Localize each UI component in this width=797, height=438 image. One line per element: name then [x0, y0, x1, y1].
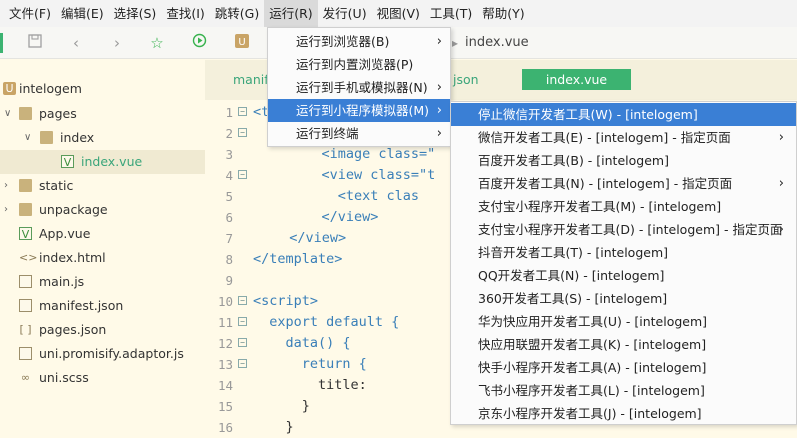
- tree-item-unpackage[interactable]: › unpackage: [0, 198, 205, 222]
- submenu-item-jd[interactable]: 京东小程序开发者工具(J) - [intelogem]: [451, 402, 796, 425]
- folder-icon: [19, 179, 32, 192]
- chevron-right-icon: ›: [778, 176, 784, 191]
- run-menu-item-browser[interactable]: 运行到浏览器(B) ›: [268, 30, 450, 53]
- menu-goto[interactable]: 跳转(G): [210, 0, 264, 27]
- tab-marker-icon: ▸: [452, 36, 459, 50]
- fold-toggle-icon[interactable]: −: [238, 317, 247, 326]
- menu-view[interactable]: 视图(V): [372, 0, 425, 27]
- run-menu-dropdown: 运行到浏览器(B) › 运行到内置浏览器(P) 运行到手机或模拟器(N) › 运…: [267, 27, 451, 147]
- active-file-title[interactable]: index.vue: [465, 35, 529, 50]
- svg-text:U: U: [238, 37, 245, 48]
- submenu-item-kuaishou[interactable]: 快手小程序开发者工具(A) - [intelogem]: [451, 356, 796, 379]
- tree-item-index-html[interactable]: <> index.html: [0, 246, 205, 270]
- chevron-right-icon[interactable]: ›: [4, 174, 8, 198]
- submenu-item-baidu-page[interactable]: 百度开发者工具(N) - [intelogem] - 指定页面 ›: [451, 172, 796, 195]
- back-icon[interactable]: ‹: [66, 33, 86, 53]
- submenu-item-baidu[interactable]: 百度开发者工具(B) - [intelogem]: [451, 149, 796, 172]
- fold-toggle-icon[interactable]: −: [238, 296, 247, 305]
- submenu-item-quickapp[interactable]: 快应用联盟开发者工具(K) - [intelogem]: [451, 333, 796, 356]
- menu-find[interactable]: 查找(I): [161, 0, 209, 27]
- star-icon[interactable]: ☆: [147, 33, 167, 53]
- fold-toggle-icon[interactable]: −: [238, 170, 247, 179]
- run-menu-item-phone-emulator[interactable]: 运行到手机或模拟器(N) ›: [268, 76, 450, 99]
- menu-run[interactable]: 运行(R): [264, 0, 318, 27]
- tab-manifest[interactable]: manif: [233, 72, 269, 87]
- html-file-icon: <>: [19, 251, 38, 264]
- tree-item-main-js[interactable]: main.js: [0, 270, 205, 294]
- folder-icon: [19, 107, 32, 120]
- menu-file[interactable]: 文件(F): [4, 0, 56, 27]
- menu-bar: 文件(F) 编辑(E) 选择(S) 查找(I) 跳转(G) 运行(R) 发行(U…: [0, 0, 797, 27]
- run-icon[interactable]: [189, 33, 209, 53]
- project-sidebar: U intelogem ∨ pages ∨ index V index.vue …: [0, 60, 205, 425]
- submenu-item-stop-wechat[interactable]: 停止微信开发者工具(W) - [intelogem]: [451, 103, 796, 126]
- folder-icon: [40, 131, 53, 144]
- forward-icon[interactable]: ›: [107, 33, 127, 53]
- run-menu-item-terminal[interactable]: 运行到终端 ›: [268, 122, 450, 145]
- tree-item-index-vue[interactable]: V index.vue: [0, 150, 205, 174]
- tree-item-app-vue[interactable]: V App.vue: [0, 222, 205, 246]
- tree-item-pages-json[interactable]: [ ] pages.json: [0, 318, 205, 342]
- tree-item-uni-scss[interactable]: ∞ uni.scss: [0, 366, 205, 390]
- submenu-item-feishu[interactable]: 飞书小程序开发者工具(L) - [intelogem]: [451, 379, 796, 402]
- tree-item-root[interactable]: U intelogem: [0, 77, 205, 101]
- run-menu-item-miniprogram[interactable]: 运行到小程序模拟器(M) ›: [268, 99, 450, 122]
- folder-icon: [19, 203, 32, 216]
- chevron-right-icon: ›: [436, 34, 442, 49]
- chevron-right-icon: ›: [436, 80, 442, 95]
- tab-json[interactable]: json: [453, 72, 479, 87]
- scss-file-icon: ∞: [20, 371, 31, 384]
- submenu-item-360[interactable]: 360开发者工具(S) - [intelogem]: [451, 287, 796, 310]
- submenu-item-alipay-page[interactable]: 支付宝小程序开发者工具(D) - [intelogem] - 指定页面 ›: [451, 218, 796, 241]
- tree-item-index-folder[interactable]: ∨ index: [0, 126, 205, 150]
- tree-item-static[interactable]: › static: [0, 174, 205, 198]
- json-file-icon: [19, 299, 32, 312]
- fold-toggle-icon[interactable]: −: [238, 359, 247, 368]
- tree-item-promisify-js[interactable]: uni.promisify.adaptor.js: [0, 342, 205, 366]
- json-file-icon: [ ]: [19, 323, 32, 336]
- submenu-item-alipay[interactable]: 支付宝小程序开发者工具(M) - [intelogem]: [451, 195, 796, 218]
- toolbar-accent-bar: [0, 33, 3, 53]
- chevron-right-icon: ›: [778, 222, 784, 237]
- chevron-right-icon[interactable]: ›: [4, 198, 8, 222]
- submenu-item-douyin[interactable]: 抖音开发者工具(T) - [intelogem]: [451, 241, 796, 264]
- chevron-right-icon: ›: [436, 103, 442, 118]
- tab-index-vue[interactable]: index.vue: [522, 69, 631, 90]
- project-icon[interactable]: U: [232, 33, 252, 53]
- save-icon[interactable]: [25, 33, 45, 53]
- menu-help[interactable]: 帮助(Y): [477, 0, 529, 27]
- submenu-item-qq[interactable]: QQ开发者工具(N) - [intelogem]: [451, 264, 796, 287]
- miniprogram-submenu: 停止微信开发者工具(W) - [intelogem] 微信开发者工具(E) - …: [450, 101, 797, 425]
- submenu-item-huawei[interactable]: 华为快应用开发者工具(U) - [intelogem]: [451, 310, 796, 333]
- menu-select[interactable]: 选择(S): [109, 0, 162, 27]
- tree-item-manifest-json[interactable]: manifest.json: [0, 294, 205, 318]
- menu-tools[interactable]: 工具(T): [425, 0, 477, 27]
- submenu-item-wechat-page[interactable]: 微信开发者工具(E) - [intelogem] - 指定页面 ›: [451, 126, 796, 149]
- js-file-icon: [19, 275, 32, 288]
- tree-item-pages[interactable]: ∨ pages: [0, 102, 205, 126]
- fold-toggle-icon[interactable]: −: [238, 338, 247, 347]
- menu-edit[interactable]: 编辑(E): [56, 0, 109, 27]
- chevron-right-icon: ›: [778, 130, 784, 145]
- project-icon: U: [3, 82, 16, 95]
- chevron-right-icon: ›: [436, 126, 442, 141]
- chevron-down-icon[interactable]: ∨: [4, 102, 11, 126]
- fold-toggle-icon[interactable]: −: [238, 107, 247, 116]
- fold-toggle-icon[interactable]: −: [238, 128, 247, 137]
- chevron-down-icon[interactable]: ∨: [24, 126, 31, 150]
- run-menu-item-builtin-browser[interactable]: 运行到内置浏览器(P): [268, 53, 450, 76]
- menu-publish[interactable]: 发行(U): [318, 0, 372, 27]
- js-file-icon: [19, 347, 32, 360]
- vue-file-icon: V: [19, 227, 32, 241]
- vue-file-icon: V: [61, 155, 74, 169]
